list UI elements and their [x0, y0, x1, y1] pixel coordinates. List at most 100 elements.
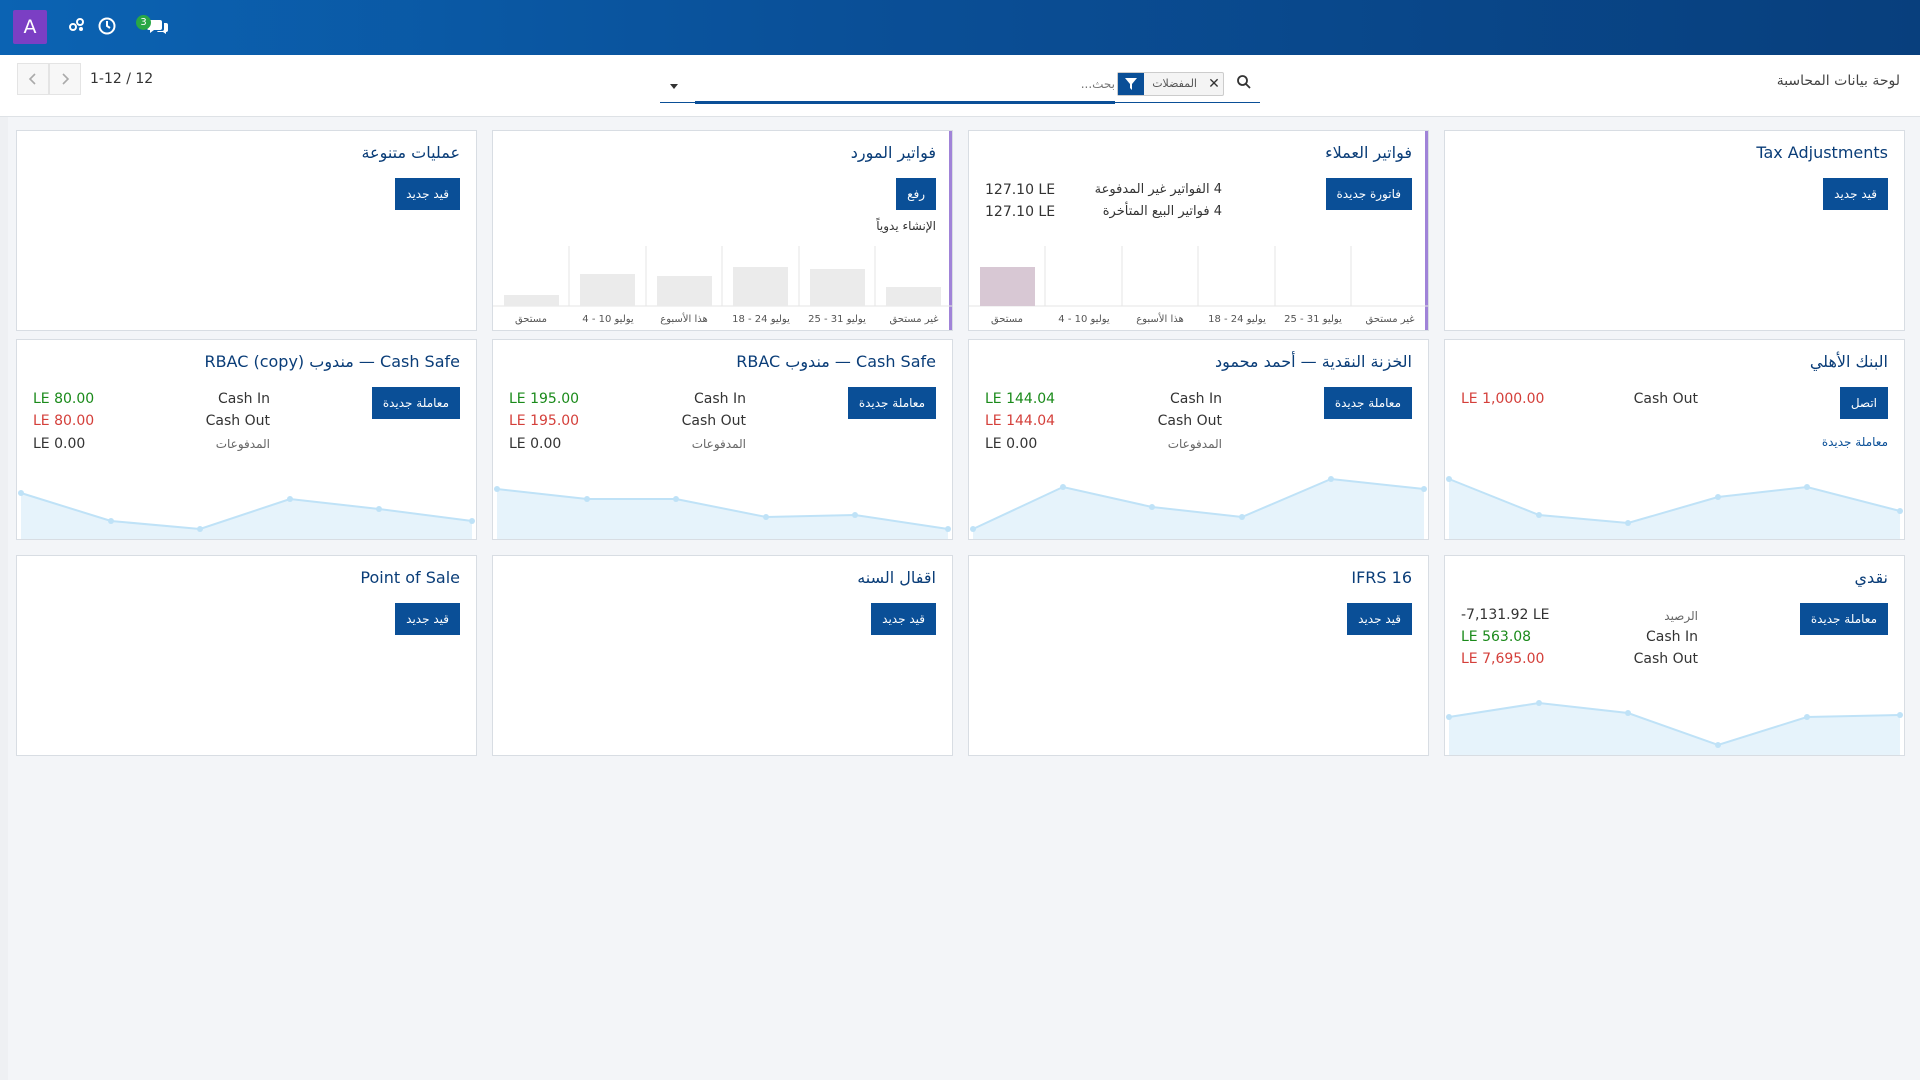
pager-previous-button[interactable]: [17, 63, 49, 95]
chart-bar: [504, 295, 559, 306]
favorites-facet: المفضلات ✕: [1117, 72, 1224, 96]
new-transaction-button[interactable]: معاملة جديدة: [371, 387, 460, 419]
card-title[interactable]: IFRS 16: [1351, 568, 1412, 587]
search-icon[interactable]: [1236, 74, 1254, 92]
cash-out-value: LE 144.04: [985, 413, 1056, 429]
chart-bar: [580, 274, 635, 306]
card-cash-safe-rbac: Cash Safe — مندوب RBAC معاملة جديدة Cash…: [492, 339, 953, 540]
cash-in-value: LE 80.00: [33, 391, 95, 407]
search-bar: المفضلات ✕: [660, 67, 1260, 104]
left-gutter: [0, 117, 8, 1080]
payments-value: LE 0.00: [33, 436, 86, 452]
payments-value: LE 0.00: [985, 436, 1038, 452]
ahly-sparkline-chart[interactable]: [1445, 459, 1904, 539]
axis-label: 25 - 31 يوليو: [808, 314, 866, 325]
cash-out-label: Cash Out: [681, 413, 746, 429]
vendor-bills-bar-chart[interactable]: مستحق 4 - 10 يوليو هذا الأسبوع 18 - 24 ي…: [493, 246, 952, 330]
axis-label: 4 - 10 يوليو: [582, 314, 634, 325]
new-entry-button[interactable]: قيد جديد: [1823, 178, 1888, 210]
chart-bar: [810, 269, 865, 306]
new-entry-button[interactable]: قيد جديد: [1347, 603, 1412, 635]
payments-label: المدفوعات: [1167, 437, 1222, 451]
payments-label: المدفوعات: [215, 437, 270, 451]
card-title[interactable]: Point of Sale: [360, 568, 460, 587]
card-title[interactable]: فواتير المورد: [851, 143, 936, 162]
search-input[interactable]: [835, 73, 1115, 95]
axis-label: 25 - 31 يوليو: [1284, 314, 1342, 325]
new-transaction-button[interactable]: معاملة جديدة: [1323, 387, 1412, 419]
card-cash-safe-rbac-copy: Cash Safe — مندوب RBAC (copy) معاملة جدي…: [16, 339, 477, 540]
balance-value: -7,131.92 LE: [1461, 607, 1550, 623]
rbac-sparkline-chart[interactable]: [493, 459, 952, 539]
axis-label: هذا الأسبوع: [1136, 312, 1184, 325]
treasury-sparkline-chart[interactable]: [969, 459, 1428, 539]
unpaid-invoices-amount: 127.10 LE: [985, 182, 1056, 198]
facet-close-icon[interactable]: ✕: [1205, 73, 1223, 95]
axis-label: 18 - 24 يوليو: [1208, 314, 1266, 325]
card-customer-invoices: فواتير العملاء فاتورة جديدة 4 الفواتير غ…: [968, 130, 1429, 331]
connect-button[interactable]: اتصل: [1839, 387, 1888, 419]
card-title[interactable]: اقفال السنه: [857, 568, 936, 587]
axis-label: غير مستحق: [1365, 314, 1414, 325]
cash-sparkline-chart[interactable]: [1445, 675, 1904, 755]
new-transaction-button[interactable]: معاملة جديدة: [1799, 603, 1888, 635]
card-treasury: الخزنة النقدية — أحمد محمود معاملة جديدة…: [968, 339, 1429, 540]
payments-label: المدفوعات: [691, 437, 746, 451]
control-panel: لوحة بيانات المحاسبة المفضلات ✕ 1-12 / 1…: [0, 55, 1920, 117]
pager-value[interactable]: 1-12 / 12: [90, 71, 153, 87]
unpaid-invoices-link[interactable]: 4 الفواتير غير المدفوعة: [1095, 182, 1222, 197]
card-ifrs-16: IFRS 16 قيد جديد: [968, 555, 1429, 756]
chart-bar-overdue[interactable]: [980, 267, 1035, 306]
cash-out-label: Cash Out: [205, 413, 270, 429]
cash-out-value: LE 195.00: [509, 413, 580, 429]
card-title[interactable]: Tax Adjustments: [1756, 143, 1888, 162]
late-invoices-amount: 127.10 LE: [985, 204, 1056, 220]
breadcrumb: لوحة بيانات المحاسبة: [1776, 73, 1900, 89]
cash-in-value: LE 195.00: [509, 391, 580, 407]
cash-in-value: LE 144.04: [985, 391, 1056, 407]
card-cash: نقدي معاملة جديدة الرصيد -7,131.92 LE Ca…: [1444, 555, 1905, 756]
cash-out-value: LE 7,695.00: [1461, 651, 1545, 667]
card-vendor-bills: فواتير المورد رفع الإنشاء يدوياً مستحق 4…: [492, 130, 953, 331]
card-title[interactable]: Cash Safe — مندوب RBAC (copy): [204, 352, 460, 371]
rbac-copy-sparkline-chart[interactable]: [17, 459, 476, 539]
card-title[interactable]: البنك الأهلي: [1810, 352, 1888, 371]
upload-button[interactable]: رفع: [896, 178, 936, 210]
top-navbar: A 3: [0, 0, 1920, 55]
cash-in-label: Cash In: [694, 391, 746, 407]
chart-axis-labels: مستحق 4 - 10 يوليو هذا الأسبوع 18 - 24 ي…: [991, 312, 1415, 325]
chevron-right-icon: [62, 73, 70, 85]
late-invoices-link[interactable]: 4 فواتير البيع المتأخرة: [1103, 204, 1222, 219]
customer-invoices-bar-chart[interactable]: مستحق 4 - 10 يوليو هذا الأسبوع 18 - 24 ي…: [969, 246, 1428, 330]
cash-out-label: Cash Out: [1633, 391, 1698, 407]
new-entry-button[interactable]: قيد جديد: [395, 603, 460, 635]
axis-label: غير مستحق: [889, 314, 938, 325]
card-title[interactable]: عمليات متنوعة: [361, 143, 460, 162]
card-point-of-sale: Point of Sale قيد جديد: [16, 555, 477, 756]
card-misc-operations: عمليات متنوعة قيد جديد: [16, 130, 477, 331]
create-manually-link[interactable]: الإنشاء يدوياً: [876, 219, 936, 233]
new-transaction-button[interactable]: معاملة جديدة: [847, 387, 936, 419]
card-title[interactable]: الخزنة النقدية — أحمد محمود: [1215, 352, 1412, 371]
axis-label: 18 - 24 يوليو: [732, 314, 790, 325]
filter-icon: [1118, 73, 1145, 95]
activity-icon[interactable]: [68, 16, 88, 36]
cash-out-value: LE 1,000.00: [1461, 391, 1545, 407]
search-options-caret-icon[interactable]: [668, 77, 680, 89]
new-invoice-button[interactable]: فاتورة جديدة: [1325, 178, 1412, 210]
cash-in-label: Cash In: [218, 391, 270, 407]
card-title[interactable]: Cash Safe — مندوب RBAC: [736, 352, 936, 371]
clock-icon[interactable]: [97, 16, 117, 36]
card-title[interactable]: نقدي: [1855, 568, 1888, 587]
cash-in-label: Cash In: [1170, 391, 1222, 407]
pager-next-button[interactable]: [49, 63, 81, 95]
new-entry-button[interactable]: قيد جديد: [871, 603, 936, 635]
axis-label: 4 - 10 يوليو: [1058, 314, 1110, 325]
cash-out-label: Cash Out: [1633, 651, 1698, 667]
user-avatar[interactable]: A: [13, 10, 47, 44]
new-transaction-link[interactable]: معاملة جديدة: [1822, 435, 1888, 449]
cash-in-value: LE 563.08: [1461, 629, 1532, 645]
card-ahly-bank: البنك الأهلي اتصل معاملة جديدة Cash Out …: [1444, 339, 1905, 540]
new-entry-button[interactable]: قيد جديد: [395, 178, 460, 210]
card-title[interactable]: فواتير العملاء: [1325, 143, 1412, 162]
